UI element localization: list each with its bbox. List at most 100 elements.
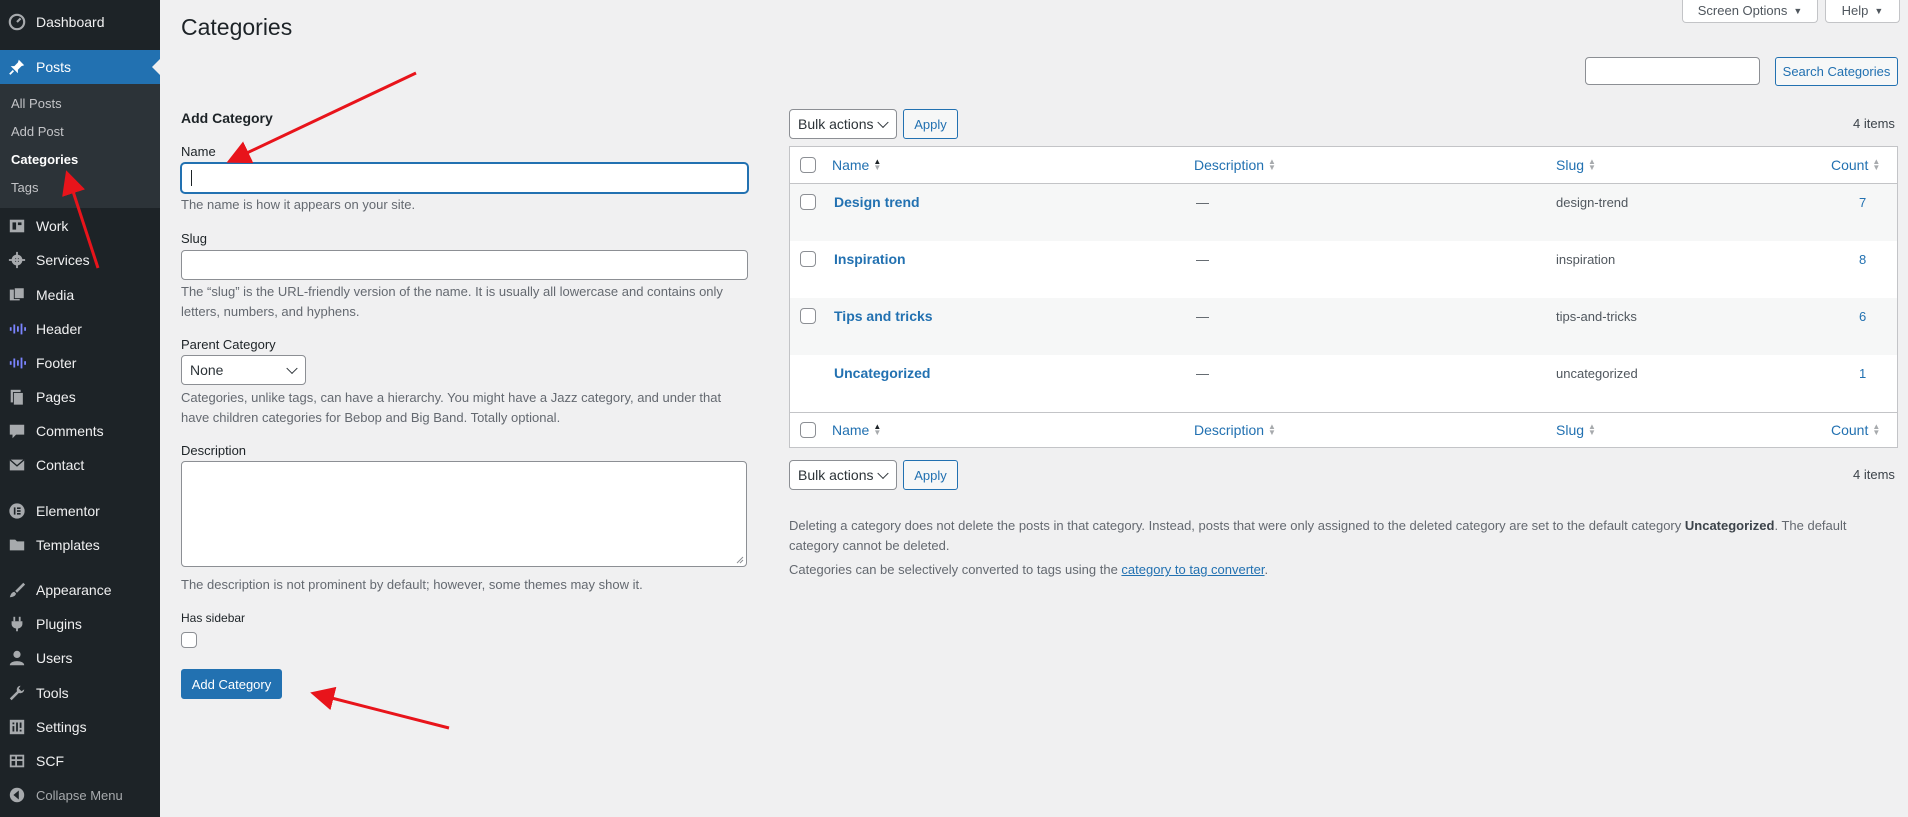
has-sidebar-checkbox[interactable] bbox=[181, 632, 197, 648]
sidebar-item-label: Contact bbox=[36, 457, 85, 473]
sidebar-item-dashboard[interactable]: Dashboard bbox=[0, 5, 160, 39]
parent-category-select[interactable]: None bbox=[181, 355, 306, 385]
sidebar-item-templates[interactable]: Templates bbox=[0, 528, 160, 562]
table-row: Tips and tricks — tips-and-tricks 6 bbox=[790, 298, 1897, 355]
bulk-actions-select-bottom[interactable]: Bulk actions bbox=[789, 460, 897, 490]
column-header-name[interactable]: Name ▲ ▼ bbox=[832, 157, 881, 173]
category-count-link[interactable]: 8 bbox=[1859, 252, 1866, 267]
bulk-actions-select-top[interactable]: Bulk actions bbox=[789, 109, 897, 139]
sidebar-item-elementor[interactable]: Elementor bbox=[0, 494, 160, 528]
select-all-checkbox-footer[interactable] bbox=[800, 422, 816, 438]
sidebar-item-comments[interactable]: Comments bbox=[0, 414, 160, 448]
annotation-arrow-add-button bbox=[310, 686, 450, 730]
envelope-icon bbox=[8, 456, 26, 474]
column-header-slug[interactable]: Slug ▲ ▼ bbox=[1556, 157, 1596, 173]
sort-icon: ▲ ▼ bbox=[1872, 157, 1881, 172]
converter-note-text: Categories can be selectively converted … bbox=[789, 562, 1122, 577]
category-to-tag-converter-link[interactable]: category to tag converter bbox=[1121, 562, 1264, 577]
row-checkbox[interactable] bbox=[800, 251, 816, 267]
waveform-icon bbox=[8, 320, 26, 338]
column-header-description[interactable]: Description ▲ ▼ bbox=[1194, 157, 1276, 173]
has-sidebar-label: Has sidebar bbox=[181, 611, 246, 625]
sidebar-item-services[interactable]: Services bbox=[0, 243, 160, 277]
user-icon bbox=[8, 649, 26, 667]
column-footer-count[interactable]: Count ▲ ▼ bbox=[1831, 422, 1880, 438]
category-name-link[interactable]: Uncategorized bbox=[834, 365, 930, 381]
sidebar-item-footer[interactable]: Footer bbox=[0, 346, 160, 380]
category-name-link[interactable]: Inspiration bbox=[834, 251, 906, 267]
text-cursor bbox=[191, 170, 192, 186]
sidebar-item-contact[interactable]: Contact bbox=[0, 448, 160, 482]
resize-handle-icon[interactable] bbox=[736, 556, 744, 564]
sidebar-item-pages[interactable]: Pages bbox=[0, 380, 160, 414]
sidebar-collapse-menu[interactable]: Collapse Menu bbox=[0, 778, 160, 812]
sort-icon: ▲ ▼ bbox=[1872, 422, 1881, 437]
slug-label: Slug bbox=[181, 231, 208, 246]
pin-icon bbox=[8, 58, 26, 76]
category-slug: tips-and-tricks bbox=[1556, 309, 1637, 324]
column-slug-label: Slug bbox=[1556, 157, 1585, 173]
category-slug: design-trend bbox=[1556, 195, 1629, 210]
apply-button-bottom[interactable]: Apply bbox=[903, 460, 958, 490]
help-button[interactable]: Help ▼ bbox=[1825, 0, 1900, 23]
column-footer-description[interactable]: Description ▲ ▼ bbox=[1194, 422, 1276, 438]
current-indicator bbox=[152, 59, 160, 75]
sidebar-item-media[interactable]: Media bbox=[0, 278, 160, 312]
table-icon bbox=[8, 752, 26, 770]
category-count-link[interactable]: 1 bbox=[1859, 366, 1866, 381]
sidebar-item-work[interactable]: Work bbox=[0, 209, 160, 243]
dashboard-icon bbox=[8, 13, 26, 31]
sidebar-item-appearance[interactable]: Appearance bbox=[0, 573, 160, 607]
slug-field[interactable] bbox=[181, 250, 748, 280]
row-checkbox[interactable] bbox=[800, 194, 816, 210]
submenu-item-add-post[interactable]: Add Post bbox=[11, 124, 64, 139]
category-name-link[interactable]: Tips and tricks bbox=[834, 308, 933, 324]
sidebar-item-settings[interactable]: Settings bbox=[0, 710, 160, 744]
paintbrush-icon bbox=[8, 581, 26, 599]
sidebar-item-header[interactable]: Header bbox=[0, 312, 160, 346]
submenu-item-all-posts[interactable]: All Posts bbox=[11, 96, 62, 111]
select-all-checkbox[interactable] bbox=[800, 157, 816, 173]
column-footer-slug[interactable]: Slug ▲ ▼ bbox=[1556, 422, 1596, 438]
column-footer-name[interactable]: Name ▲ ▼ bbox=[832, 422, 881, 438]
default-category-name: Uncategorized bbox=[1684, 518, 1775, 533]
sidebar-item-scf[interactable]: SCF bbox=[0, 744, 160, 778]
search-categories-button[interactable]: Search Categories bbox=[1775, 57, 1898, 86]
screen-options-button[interactable]: Screen Options ▼ bbox=[1682, 0, 1818, 23]
search-input[interactable] bbox=[1585, 57, 1760, 85]
name-field[interactable] bbox=[181, 163, 748, 193]
category-count-link[interactable]: 7 bbox=[1859, 195, 1866, 210]
form-heading: Add Category bbox=[181, 110, 273, 126]
table-row: Uncategorized — uncategorized 1 bbox=[790, 355, 1897, 412]
description-field[interactable] bbox=[181, 461, 747, 567]
sort-icon: ▲ ▼ bbox=[1268, 422, 1276, 437]
sidebar-item-plugins[interactable]: Plugins bbox=[0, 607, 160, 641]
page-title: Categories bbox=[181, 14, 293, 40]
column-description-label: Description bbox=[1194, 422, 1265, 438]
sidebar-item-label: Collapse Menu bbox=[36, 787, 123, 803]
category-count-link[interactable]: 6 bbox=[1859, 309, 1866, 324]
add-category-button[interactable]: Add Category bbox=[181, 669, 282, 699]
column-header-count[interactable]: Count ▲ ▼ bbox=[1831, 157, 1880, 173]
submenu-item-tags[interactable]: Tags bbox=[11, 180, 38, 195]
description-label: Description bbox=[181, 443, 247, 458]
sort-icon: ▲ ▼ bbox=[1268, 157, 1276, 172]
column-count-label: Count bbox=[1831, 422, 1869, 438]
sort-icon: ▲ ▼ bbox=[873, 157, 882, 172]
apply-button-top[interactable]: Apply bbox=[903, 109, 958, 139]
chevron-down-icon bbox=[877, 116, 889, 129]
submenu-item-categories[interactable]: Categories bbox=[11, 152, 78, 167]
row-checkbox[interactable] bbox=[800, 308, 816, 324]
categories-table: Name ▲ ▼ Description ▲ ▼ Slug ▲ ▼ Count ▲ ▼ … bbox=[789, 146, 1898, 448]
sidebar-item-users[interactable]: Users bbox=[0, 641, 160, 675]
sidebar-item-label: Dashboard bbox=[36, 14, 105, 30]
category-name-link[interactable]: Design trend bbox=[834, 194, 920, 210]
slug-description: The “slug” is the URL-friendly version o… bbox=[181, 284, 723, 319]
comment-icon bbox=[8, 422, 26, 440]
sidebar-item-posts[interactable]: Posts bbox=[0, 50, 160, 84]
table-row: Inspiration — inspiration 8 bbox=[790, 241, 1897, 298]
sidebar-item-tools[interactable]: Tools bbox=[0, 676, 160, 710]
plugin-icon bbox=[8, 615, 26, 633]
sort-icon: ▲ ▼ bbox=[1588, 157, 1596, 172]
admin-sidebar: All Posts Add Post Categories Tags Dashb… bbox=[0, 0, 160, 817]
